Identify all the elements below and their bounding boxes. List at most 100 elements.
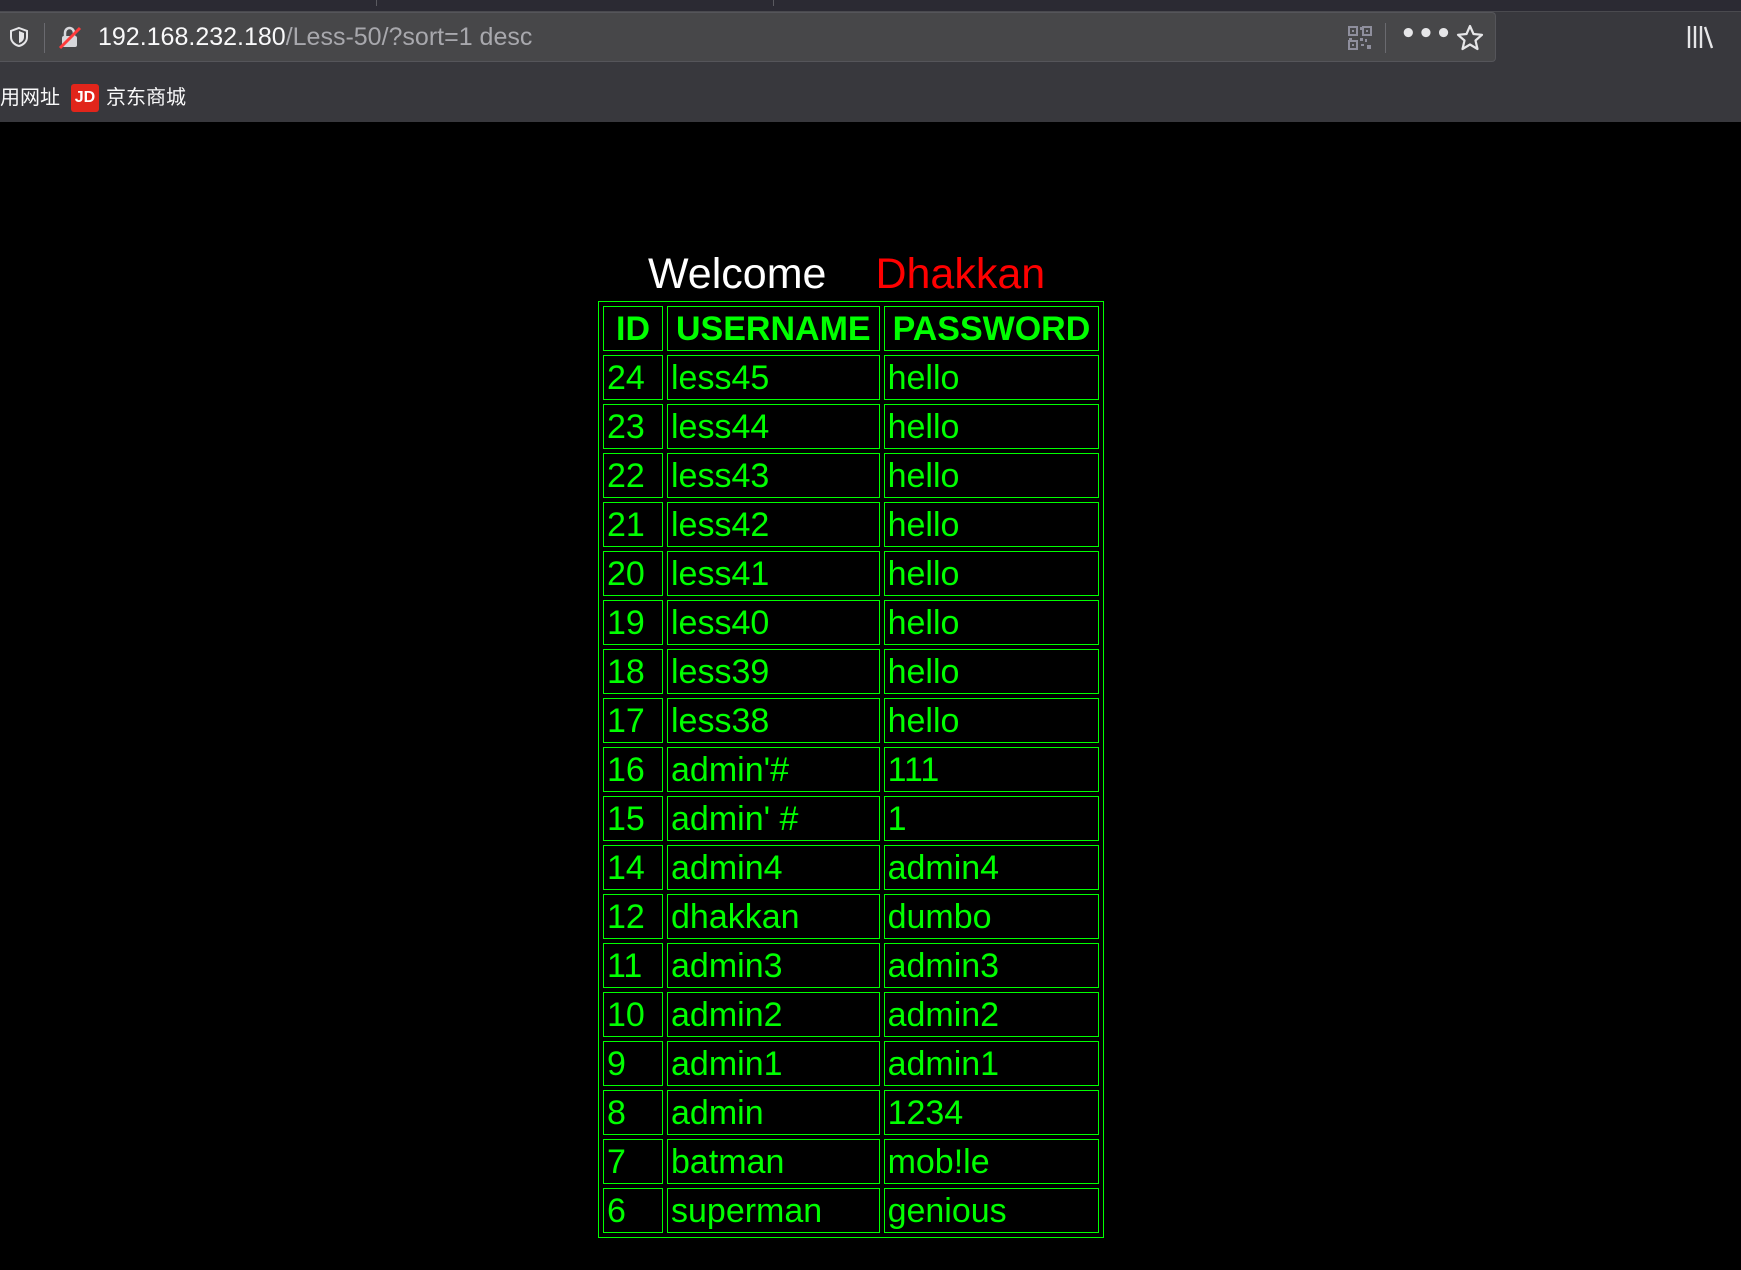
table-row: 23 less44 hello	[603, 404, 1100, 449]
cell-id: 15	[603, 796, 663, 841]
cell-username: less45	[667, 355, 880, 400]
table-row: 8 admin 1234	[603, 1090, 1100, 1135]
cell-username: less44	[667, 404, 880, 449]
cell-id: 18	[603, 649, 663, 694]
table-row: 12 dhakkan dumbo	[603, 894, 1100, 939]
cell-password: hello	[883, 600, 1100, 645]
cell-username: admin'#	[667, 747, 880, 792]
cell-password: admin4	[883, 845, 1100, 890]
url-path: /Less-50/?sort=1 desc	[285, 23, 533, 51]
cell-id: 17	[603, 698, 663, 743]
cell-id: 16	[603, 747, 663, 792]
table-row: 24 less45 hello	[603, 355, 1100, 400]
cell-password: mob!le	[883, 1139, 1100, 1184]
cell-password: 1	[883, 796, 1100, 841]
table-row: 9 admin1 admin1	[603, 1041, 1100, 1086]
cell-password: hello	[883, 355, 1100, 400]
qr-code-icon[interactable]	[1347, 25, 1373, 51]
welcome-text: Welcome	[648, 250, 827, 298]
cell-password: hello	[883, 404, 1100, 449]
library-icon[interactable]	[1685, 22, 1715, 52]
url-text[interactable]: 192.168.232.180/Less-50/?sort=1 desc	[98, 23, 532, 51]
bookmarks-toolbar: 用网址 JD 京东商城	[0, 76, 1741, 120]
table-row: 15 admin' #1	[603, 796, 1100, 841]
cell-id: 9	[603, 1041, 663, 1086]
jd-logo-icon: JD	[71, 84, 99, 112]
table-row: 21 less42 hello	[603, 502, 1100, 547]
cell-password: hello	[883, 649, 1100, 694]
page-actions-menu-icon[interactable]: •••	[1400, 21, 1452, 53]
cell-id: 21	[603, 502, 663, 547]
insecure-connection-lock-icon[interactable]	[57, 25, 83, 51]
address-bar[interactable]: 192.168.232.180/Less-50/?sort=1 desc •••	[0, 12, 1496, 62]
cell-password: hello	[883, 551, 1100, 596]
url-host: 192.168.232.180	[98, 23, 286, 51]
bookmark-item-common-sites[interactable]: 用网址	[0, 84, 60, 110]
cell-password: hello	[883, 698, 1100, 743]
address-bar-divider	[1385, 23, 1386, 53]
cell-id: 19	[603, 600, 663, 645]
cell-username: less38	[667, 698, 880, 743]
table-row: 18 less39 hello	[603, 649, 1100, 694]
cell-password: 111	[883, 747, 1100, 792]
users-table: ID USERNAME PASSWORD 24 less45 hello 23 less…	[598, 301, 1105, 1238]
cell-username: less40	[667, 600, 880, 645]
cell-password: admin3	[883, 943, 1100, 988]
column-header-id: ID	[603, 306, 663, 351]
cell-username: less39	[667, 649, 880, 694]
tab-separator	[376, 0, 377, 6]
tracking-protection-shield-icon[interactable]	[8, 26, 30, 48]
cell-username: less42	[667, 502, 880, 547]
table-row: 17 less38 hello	[603, 698, 1100, 743]
welcome-heading: Welcome Dhakkan	[648, 248, 1045, 300]
cell-password: admin1	[883, 1041, 1100, 1086]
table-row: 14 admin4 admin4	[603, 845, 1100, 890]
address-bar-divider	[44, 23, 45, 53]
cell-password: hello	[883, 453, 1100, 498]
cell-id: 20	[603, 551, 663, 596]
table-row: 6 superman genious	[603, 1188, 1100, 1233]
cell-id: 10	[603, 992, 663, 1037]
cell-id: 12	[603, 894, 663, 939]
cell-username: less43	[667, 453, 880, 498]
cell-id: 6	[603, 1188, 663, 1233]
user-name: Dhakkan	[875, 250, 1046, 298]
cell-username: admin3	[667, 943, 880, 988]
table-row: 22 less43 hello	[603, 453, 1100, 498]
table-row: 7 batman mob!le	[603, 1139, 1100, 1184]
cell-password: 1234	[883, 1090, 1100, 1135]
browser-toolbar: 192.168.232.180/Less-50/?sort=1 desc •••	[0, 0, 1741, 122]
table-row: 11 admin3 admin3	[603, 943, 1100, 988]
cell-username: admin1	[667, 1041, 880, 1086]
tab-separator	[773, 0, 774, 6]
cell-username: admin' #	[667, 796, 880, 841]
cell-password: hello	[883, 502, 1100, 547]
table-row: 19 less40 hello	[603, 600, 1100, 645]
cell-username: admin	[667, 1090, 880, 1135]
table-row: 16 admin'# 111	[603, 747, 1100, 792]
cell-id: 22	[603, 453, 663, 498]
column-header-username: USERNAME	[667, 306, 880, 351]
cell-password: admin2	[883, 992, 1100, 1037]
cell-username: superman	[667, 1188, 880, 1233]
cell-username: batman	[667, 1139, 880, 1184]
cell-id: 11	[603, 943, 663, 988]
tab-strip	[0, 0, 1741, 12]
bookmark-star-icon[interactable]	[1455, 23, 1485, 53]
table-row: 10 admin2 admin2	[603, 992, 1100, 1037]
cell-username: admin2	[667, 992, 880, 1037]
users-table-body: 24 less45 hello 23 less44 hello 22 less43 hello 2…	[603, 355, 1100, 1233]
cell-id: 24	[603, 355, 663, 400]
cell-username: dhakkan	[667, 894, 880, 939]
cell-id: 14	[603, 845, 663, 890]
cell-id: 23	[603, 404, 663, 449]
cell-id: 8	[603, 1090, 663, 1135]
cell-username: less41	[667, 551, 880, 596]
cell-password: dumbo	[883, 894, 1100, 939]
cell-password: genious	[883, 1188, 1100, 1233]
bookmark-item-jd[interactable]: 京东商城	[106, 84, 186, 110]
column-header-password: PASSWORD	[883, 306, 1100, 351]
table-header-row: ID USERNAME PASSWORD	[603, 306, 1100, 351]
table-row: 20 less41 hello	[603, 551, 1100, 596]
cell-id: 7	[603, 1139, 663, 1184]
